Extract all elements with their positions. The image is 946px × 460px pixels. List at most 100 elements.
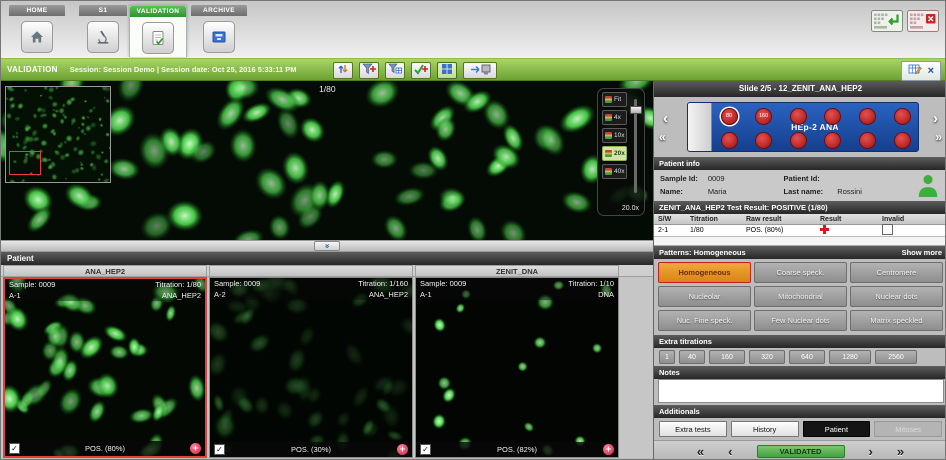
pattern-button-coarse-speck[interactable]: Coarse speck. [754, 262, 847, 283]
filter-plus-icon [362, 63, 376, 79]
titration-button-1280[interactable]: 1280 [829, 350, 871, 364]
panel1-add-button[interactable]: + [190, 443, 201, 454]
slide-well[interactable] [721, 132, 738, 149]
chevron-down-icon: » [323, 244, 331, 248]
slide-well[interactable] [859, 132, 876, 149]
titration-button-160[interactable]: 160 [709, 350, 745, 364]
zoom-10x-button[interactable]: 10x [602, 128, 627, 143]
next-well-button[interactable]: › [933, 111, 938, 126]
patient-section-header: Patient [1, 252, 653, 265]
slide-well[interactable] [790, 132, 807, 149]
zoom-10x-label: 10x [614, 132, 624, 139]
show-more-link[interactable]: Show more [902, 246, 942, 259]
tab-validation[interactable]: VALIDATION [129, 5, 187, 57]
well-image-2 [210, 278, 412, 457]
add-filter-button[interactable] [359, 62, 379, 79]
zoom-20x-button[interactable]: 20x [602, 146, 627, 161]
pattern-button-nuclear-dots[interactable]: Nuclear dots [850, 286, 943, 307]
collapse-panel-button[interactable]: » [314, 241, 340, 251]
titration-button-320[interactable]: 320 [749, 350, 785, 364]
group-header-ana-hep2: ANA_HEP2 [3, 265, 207, 277]
pattern-button-matrix-speckled[interactable]: Matrix speckled [850, 310, 943, 331]
edit-grid-icon[interactable] [908, 62, 922, 80]
last-name-value: Rossini [837, 187, 913, 196]
validate-add-button[interactable] [411, 62, 431, 79]
history-button[interactable]: History [731, 421, 799, 437]
well-image-panel-2[interactable]: Sample: 0009 Titration: 1/160 A-2 ANA_HE… [209, 277, 413, 458]
zoom-slider[interactable] [630, 99, 640, 193]
prev-well-button[interactable]: ‹ [663, 111, 668, 126]
pattern-button-nuc-fine-speck[interactable]: Nuc. Fine speck. [658, 310, 751, 331]
first-slide-button[interactable]: « [697, 445, 704, 458]
grid-view-button[interactable] [437, 62, 457, 79]
slide-well[interactable] [790, 108, 807, 125]
mitoses-button[interactable]: Mitoses [874, 421, 942, 437]
pattern-button-mitochondrial[interactable]: Mitochondrial [754, 286, 847, 307]
pattern-button-few-nuclear-dots[interactable]: Few Nuclear dots [754, 310, 847, 331]
slide-well[interactable] [824, 108, 841, 125]
pattern-button-nucleolar[interactable]: Nucleolar [658, 286, 751, 307]
zoom-4x-label: 4x [614, 114, 621, 121]
keyboard-shortcut-indicators [871, 10, 939, 37]
tab-home[interactable]: HOME [9, 5, 65, 57]
filter-table-button[interactable] [385, 62, 405, 79]
titration-button-40[interactable]: 40 [679, 350, 705, 364]
pattern-button-homogeneous[interactable]: Homogeneous [658, 262, 751, 283]
positive-result-icon [820, 225, 829, 234]
slide-test-name: HEp-2 ANA [712, 122, 918, 132]
next-slide-button[interactable]: › [869, 445, 873, 458]
keyboard-red-icon[interactable] [907, 10, 939, 37]
patient-icon[interactable] [917, 173, 939, 199]
result-table-header: S/W Titration Raw result Result Invalid [654, 214, 946, 225]
last-slide-button[interactable]: » [897, 445, 904, 458]
tab-archive[interactable]: ARCHIVE [191, 5, 247, 57]
slide-well[interactable] [894, 108, 911, 125]
slide-well[interactable] [894, 132, 911, 149]
zoom-4x-button[interactable]: 4x [602, 110, 627, 125]
slide-well[interactable] [824, 132, 841, 149]
keyboard-green-icon[interactable] [871, 10, 903, 37]
additionals-row: Extra tests History Patient Mitoses [654, 418, 946, 440]
patient-button[interactable]: Patient [803, 421, 871, 437]
overview-thumbnail[interactable] [5, 86, 111, 183]
close-icon[interactable]: × [928, 66, 934, 77]
pattern-button-centromere[interactable]: Centromere [850, 262, 943, 283]
titration-button-1[interactable]: 1 [659, 350, 675, 364]
panel2-add-button[interactable]: + [397, 444, 408, 455]
next-slide-fast-button[interactable]: » [935, 131, 942, 143]
well-label: 160 [759, 113, 768, 119]
result-table-row[interactable]: 2-1 1/80 POS. (80%) [654, 225, 946, 237]
slide-title: Slide 2/5 - 12_ZENIT_ANA_HEP2 [654, 81, 946, 97]
column-invalid: Invalid [882, 214, 946, 224]
send-to-printer-button[interactable] [463, 62, 497, 79]
slide-well[interactable] [859, 108, 876, 125]
tab-s1[interactable]: S1 [79, 5, 127, 57]
extra-tests-button[interactable]: Extra tests [659, 421, 727, 437]
patient-id-value [837, 174, 913, 183]
validated-button[interactable]: VALIDATED [757, 445, 845, 458]
group-header-middle [209, 265, 413, 277]
slide-well[interactable] [755, 132, 772, 149]
slide-well[interactable]: 160 [755, 108, 772, 125]
zoom-40x-button[interactable]: 40x [602, 164, 627, 179]
titration-button-2560[interactable]: 2560 [875, 350, 917, 364]
panel3-include-checkbox[interactable]: ✓ [420, 444, 431, 455]
titration-button-640[interactable]: 640 [789, 350, 825, 364]
check-plus-icon [414, 63, 428, 79]
panel1-include-checkbox[interactable]: ✓ [9, 443, 20, 454]
last-name-label: Last name: [784, 187, 838, 196]
prev-slide-button[interactable]: ‹ [728, 445, 732, 458]
zoom-fit-label: Fit [614, 96, 621, 103]
notes-input[interactable] [658, 379, 944, 403]
invalid-checkbox[interactable] [882, 224, 893, 235]
zoom-fit-button[interactable]: Fit [602, 92, 627, 107]
slide-well[interactable]: 80 [721, 108, 738, 125]
panel2-include-checkbox[interactable]: ✓ [214, 444, 225, 455]
well-image-panel-1[interactable]: Sample: 0009 Titration: 1/80 A-1 ANA_HEP… [3, 277, 207, 458]
sort-results-button[interactable] [333, 62, 353, 79]
panel3-add-button[interactable]: + [603, 444, 614, 455]
well-image-panel-3[interactable]: Sample: 0009 Titration: 1/10 A-1 DNA ✓ P… [415, 277, 619, 458]
prev-slide-fast-button[interactable]: « [659, 131, 666, 143]
thumbnail-roi-rectangle[interactable] [9, 151, 41, 175]
zoom-slider-handle[interactable] [630, 106, 642, 114]
